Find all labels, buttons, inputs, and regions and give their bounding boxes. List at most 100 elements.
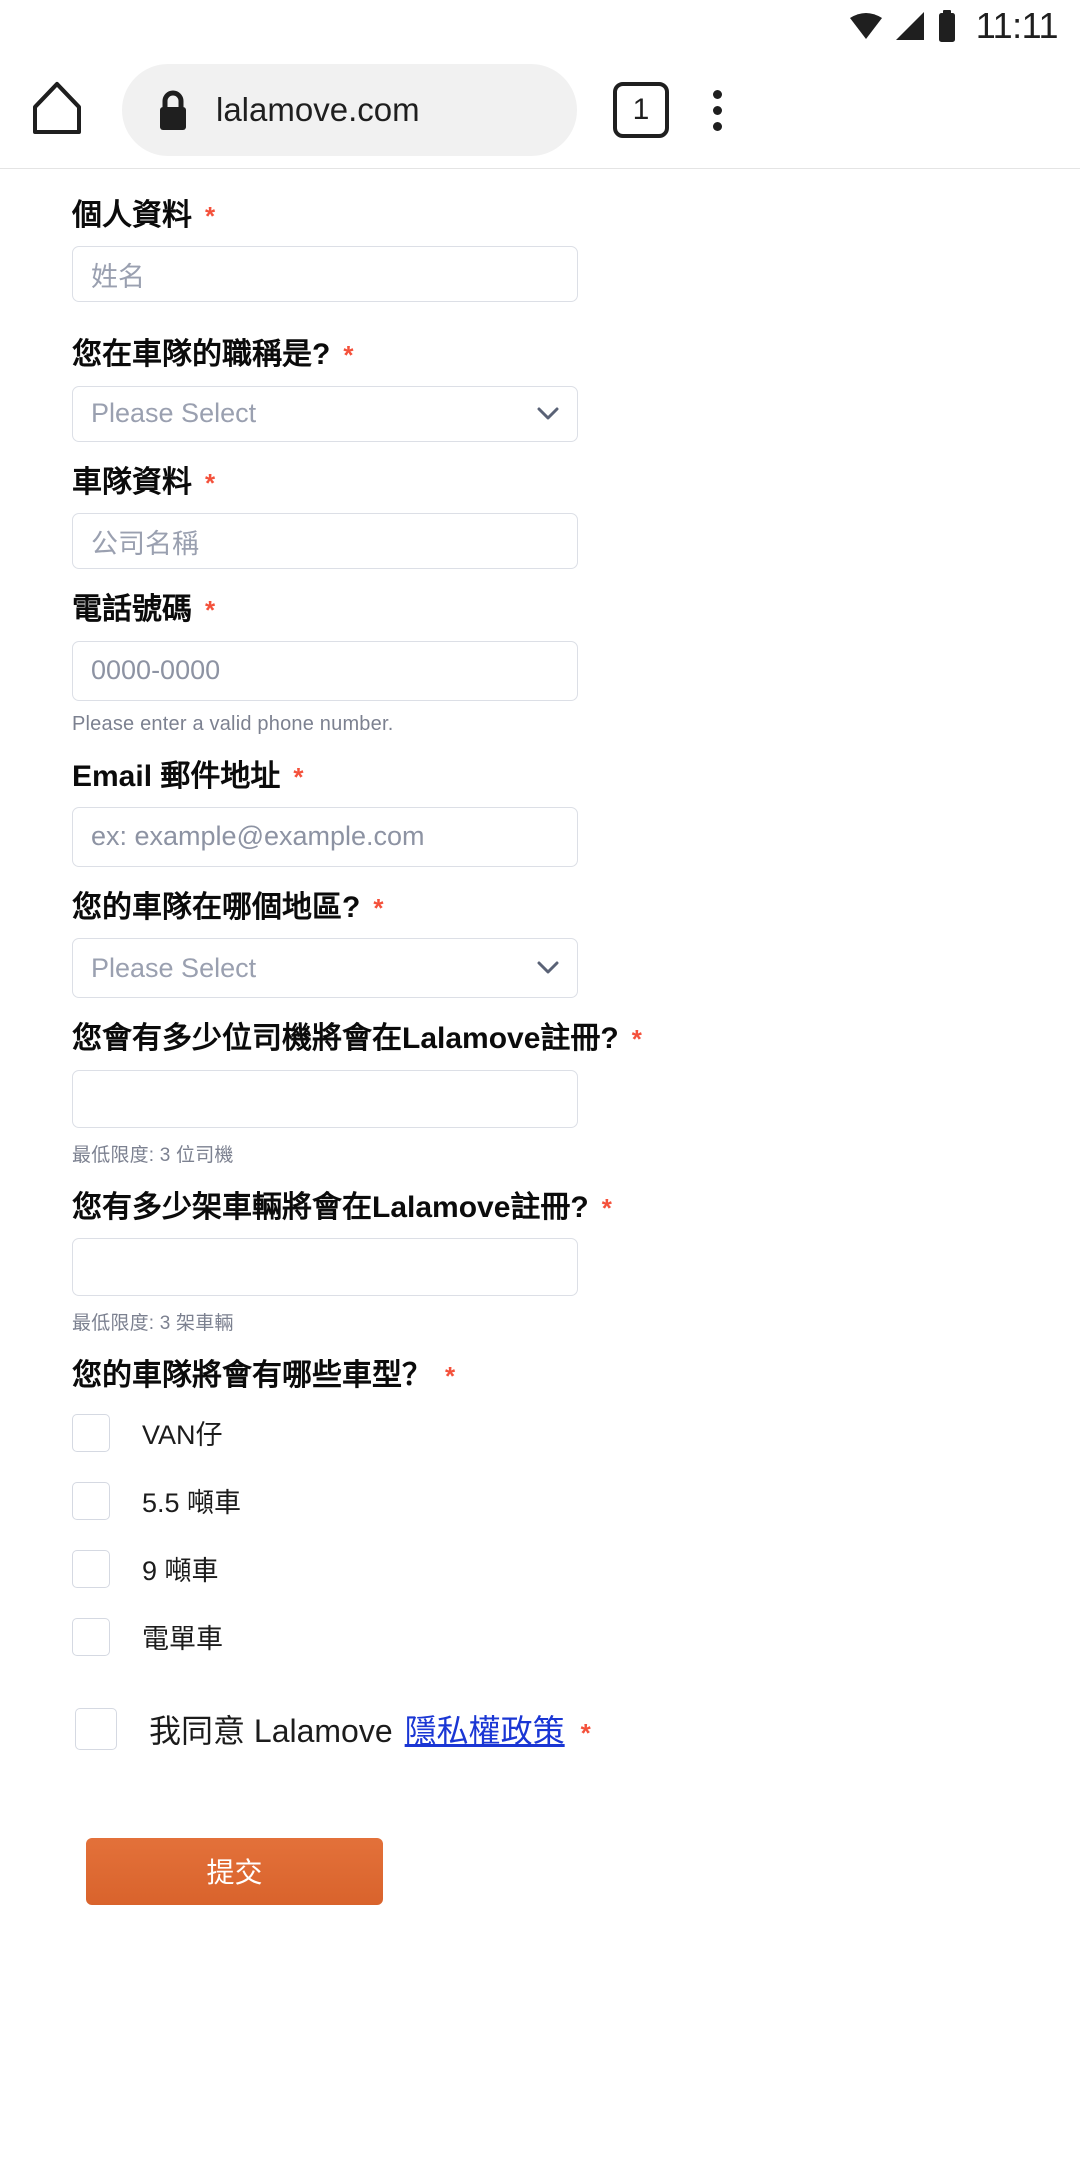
chevron-down-icon (537, 407, 559, 421)
driver-count-input[interactable] (72, 1069, 578, 1128)
checkbox-label-truck-9t: 9 噸車 (142, 1556, 219, 1587)
job-title-select[interactable]: Please Select (72, 385, 578, 442)
home-icon (32, 81, 82, 140)
field-vehicle-count: 您有多少架車輛將會在Lalamove註冊? * 最低限度: 3 架車輛 (0, 1189, 1080, 1335)
job-title-select-value: Please Select (91, 398, 257, 429)
menu-dot (712, 121, 722, 131)
name-input[interactable]: 姓名 (72, 246, 578, 303)
lock-icon (156, 88, 190, 132)
checkbox-row-truck-9t[interactable]: 9 噸車 (0, 1538, 1080, 1600)
label-personal-info: 個人資料 * (72, 197, 1080, 235)
menu-dot (712, 105, 722, 115)
battery-icon (937, 10, 957, 42)
label-driver-count: 您會有多少位司機將會在Lalamove註冊? * (72, 1020, 1080, 1058)
label-text: 車隊資料 (72, 465, 192, 499)
required-asterisk: * (205, 467, 216, 498)
field-job-title: 您在車隊的職稱是? * Please Select (0, 336, 1080, 442)
label-text: 您在車隊的職稱是? (72, 338, 331, 372)
checkbox-row-van[interactable]: VAN仔 (0, 1402, 1080, 1464)
field-phone: 電話號碼 * 0000-0000 Please enter a valid ph… (0, 591, 1080, 735)
email-input[interactable]: ex: example@example.com (72, 806, 578, 867)
label-email: Email 郵件地址 * (72, 758, 1080, 796)
field-company-info: 車隊資料 * 公司名稱 (0, 464, 1080, 570)
status-bar-clock: 11:11 (975, 5, 1059, 46)
status-bar: 11:11 (0, 0, 1080, 52)
consent-text: 我同意 Lalamove 隱私權政策 * (149, 1706, 591, 1752)
label-job-title: 您在車隊的職稱是? * (72, 336, 1080, 374)
fleet-registration-form: 個人資料 * 姓名 您在車隊的職稱是? * Please Select 車隊資料… (0, 169, 1080, 1905)
label-text: 您會有多少位司機將會在Lalamove註冊? (72, 1022, 619, 1056)
cellular-signal-icon (894, 11, 926, 41)
browser-toolbar: lalamove.com 1 (0, 52, 1080, 169)
required-asterisk: * (205, 595, 216, 626)
field-vehicle-types: 您的車隊將會有哪些車型？ * (0, 1357, 1080, 1395)
email-input-placeholder: ex: example@example.com (91, 821, 425, 852)
tab-count-label: 1 (632, 93, 650, 126)
home-button[interactable] (26, 79, 88, 141)
url-bar[interactable]: lalamove.com (122, 64, 577, 156)
label-text: 個人資料 (72, 199, 192, 232)
submit-area: 提交 (0, 1837, 1080, 1905)
driver-count-helper: 最低限度: 3 位司機 (72, 1144, 234, 1166)
required-asterisk: * (373, 892, 384, 923)
checkbox-privacy-consent[interactable] (75, 1707, 117, 1750)
label-vehicle-count: 您有多少架車輛將會在Lalamove註冊? * (72, 1189, 1080, 1227)
checkbox-label-truck-5-5t: 5.5 噸車 (142, 1488, 242, 1519)
phone-input[interactable]: 0000-0000 (72, 640, 578, 701)
checkbox-label-motorcycle: 電單車 (142, 1624, 223, 1655)
label-phone: 電話號碼 * (72, 591, 1080, 629)
label-text: 您的車隊將會有哪些車型？ (72, 1359, 432, 1393)
required-asterisk: * (343, 340, 354, 371)
required-asterisk: * (445, 1361, 456, 1392)
menu-dot (712, 89, 722, 99)
name-input-placeholder: 姓名 (91, 261, 145, 292)
phone-validation-message: Please enter a valid phone number. (72, 712, 394, 735)
company-name-input-placeholder: 公司名稱 (91, 528, 199, 559)
phone-input-placeholder: 0000-0000 (91, 655, 221, 686)
checkbox-label-van: VAN仔 (142, 1420, 223, 1451)
checkbox-motorcycle[interactable] (72, 1617, 110, 1656)
tab-switcher-button[interactable]: 1 (613, 82, 669, 138)
label-text: Email 郵件地址 (72, 759, 281, 793)
privacy-policy-link[interactable]: 隱私權政策 (405, 1706, 565, 1752)
label-vehicle-types: 您的車隊將會有哪些車型？ * (72, 1357, 1080, 1395)
region-select-value: Please Select (91, 952, 257, 983)
consent-row[interactable]: 我同意 Lalamove 隱私權政策 * (0, 1706, 1080, 1752)
chevron-down-icon (537, 961, 559, 975)
overflow-menu-icon[interactable] (687, 79, 747, 141)
url-text: lalamove.com (216, 91, 420, 128)
required-asterisk: * (601, 1192, 612, 1223)
consent-prefix: 我同意 Lalamove (149, 1712, 393, 1749)
checkbox-row-motorcycle[interactable]: 電單車 (0, 1606, 1080, 1668)
checkbox-van[interactable] (72, 1413, 110, 1452)
label-text: 電話號碼 (72, 593, 192, 627)
required-asterisk: * (580, 1717, 591, 1748)
page-content: 個人資料 * 姓名 您在車隊的職稱是? * Please Select 車隊資料… (0, 169, 1080, 2160)
required-asterisk: * (293, 761, 304, 792)
submit-button[interactable]: 提交 (86, 1837, 383, 1905)
vehicle-count-input[interactable] (72, 1238, 578, 1297)
required-asterisk: * (631, 1024, 642, 1055)
company-name-input[interactable]: 公司名稱 (72, 513, 578, 570)
region-select[interactable]: Please Select (72, 938, 578, 999)
label-text: 您有多少架車輛將會在Lalamove註冊? (72, 1190, 589, 1224)
checkbox-truck-5-5t[interactable] (72, 1481, 110, 1520)
field-email: Email 郵件地址 * ex: example@example.com (0, 758, 1080, 867)
checkbox-truck-9t[interactable] (72, 1549, 110, 1588)
field-driver-count: 您會有多少位司機將會在Lalamove註冊? * 最低限度: 3 位司機 (0, 1020, 1080, 1166)
required-asterisk: * (205, 201, 216, 231)
checkbox-row-truck-5-5t[interactable]: 5.5 噸車 (0, 1470, 1080, 1532)
field-personal-info: 個人資料 * 姓名 (0, 197, 1080, 303)
field-region: 您的車隊在哪個地區? * Please Select (0, 889, 1080, 999)
label-region: 您的車隊在哪個地區? * (72, 889, 1080, 927)
label-company-info: 車隊資料 * (72, 464, 1080, 502)
wifi-icon (849, 11, 883, 41)
vehicle-count-helper: 最低限度: 3 架車輛 (72, 1313, 234, 1335)
